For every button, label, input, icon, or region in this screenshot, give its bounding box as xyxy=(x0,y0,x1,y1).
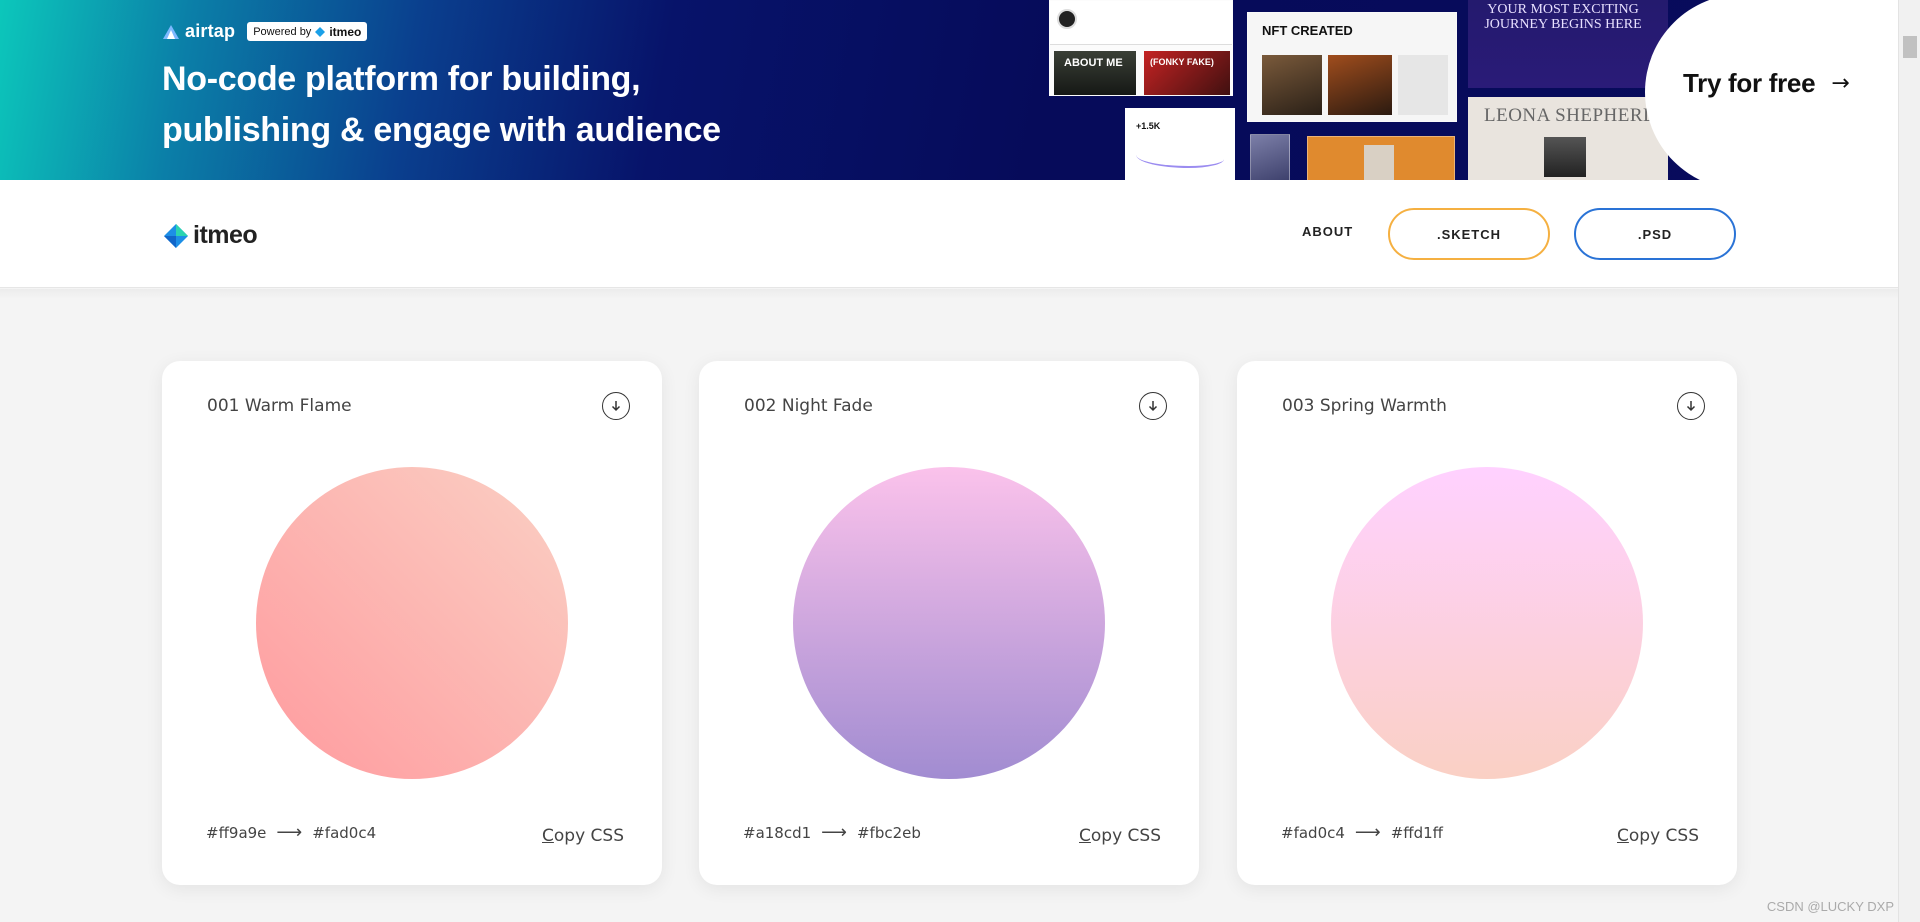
mockup-stat-text: +1.5K xyxy=(1136,121,1161,131)
gradient-name: 001 Warm Flame xyxy=(207,396,352,416)
banner-mockup-journey: YOUR MOST EXCITING JOURNEY BEGINS HERE xyxy=(1468,0,1668,88)
mockup-nft-image-3 xyxy=(1398,55,1448,115)
banner-headline: No-code platform for building, publishin… xyxy=(162,54,862,156)
download-arrow-glyph xyxy=(611,401,621,412)
gradient-to-hex: #fad0c4 xyxy=(312,823,377,842)
copy-css-button[interactable]: Copy CSS xyxy=(1617,826,1699,846)
download-icon[interactable] xyxy=(602,392,630,420)
sketch-download-button[interactable]: .SKETCH xyxy=(1388,208,1550,260)
diamond-logo-icon xyxy=(164,223,188,248)
arrow-right-icon: → xyxy=(1831,71,1850,96)
mockup-avatar xyxy=(1057,9,1077,29)
gradient-name: 003 Spring Warmth xyxy=(1282,396,1447,416)
scrollbar-thumb[interactable] xyxy=(1903,36,1917,58)
banner-mockup-thumb xyxy=(1250,134,1290,180)
download-arrow-glyph xyxy=(1686,401,1696,412)
itmeo-mini-logo-icon xyxy=(315,26,326,37)
arrow-right-icon: ⟶ xyxy=(1354,822,1381,843)
airtap-logo: airtap xyxy=(162,21,235,42)
watermark-text: CSDN @LUCKY DXP xyxy=(1766,899,1894,914)
gradient-card: 002 Night Fade #a18cd1 ⟶ #fbc2eb Copy CS… xyxy=(699,361,1199,885)
airtap-logo-icon xyxy=(163,24,179,39)
mockup-journey-text: YOUR MOST EXCITING JOURNEY BEGINS HERE xyxy=(1484,2,1642,32)
try-for-free-label: Try for free xyxy=(1683,68,1816,98)
banner-mockup-leona: LEONA SHEPHERD xyxy=(1468,97,1668,180)
mockup-nft-image-1 xyxy=(1262,55,1322,115)
mockup-orange-photo xyxy=(1364,145,1394,180)
download-icon[interactable] xyxy=(1139,392,1167,420)
gradient-card: 003 Spring Warmth #fad0c4 ⟶ #ffd1ff Copy… xyxy=(1237,361,1737,885)
promo-banner[interactable]: airtap Powered by itmeo No-code platform… xyxy=(0,0,1898,180)
mockup-nft-title: NFT CREATED xyxy=(1262,23,1353,38)
download-arrow-glyph xyxy=(1148,401,1158,412)
copy-css-button[interactable]: Copy CSS xyxy=(542,826,624,846)
mockup-leona-photo xyxy=(1544,137,1586,177)
gradient-to-hex: #fbc2eb xyxy=(856,823,921,842)
powered-by-badge: Powered by itmeo xyxy=(247,22,368,41)
navbar-divider xyxy=(0,289,1898,299)
banner-brand-row: airtap Powered by itmeo xyxy=(162,21,368,42)
powered-by-text: Powered by xyxy=(253,25,312,38)
banner-mockup-stats: +1.5K xyxy=(1125,108,1235,180)
download-icon[interactable] xyxy=(1677,392,1705,420)
mockup-header-bar xyxy=(1050,1,1232,45)
banner-headline-line-1: No-code platform for building, xyxy=(162,60,641,98)
gradient-card: 001 Warm Flame #ff9a9e ⟶ #fad0c4 Copy CS… xyxy=(162,361,662,885)
airtap-brand-text: airtap xyxy=(185,21,236,41)
mockup-stat-line xyxy=(1136,146,1224,168)
nav-about-link[interactable]: ABOUT xyxy=(1302,224,1353,239)
banner-mockup-profile: ABOUT ME (FONKY FAKE) xyxy=(1049,0,1233,96)
arrow-right-icon: ⟶ xyxy=(821,822,847,843)
gradient-preview-circle xyxy=(793,467,1105,779)
mockup-fake-text: (FONKY FAKE) xyxy=(1150,57,1214,67)
gradient-preview-circle xyxy=(1331,467,1643,779)
top-navbar: itmeo ABOUT .SKETCH .PSD xyxy=(0,180,1898,288)
gradient-from-hex: #fad0c4 xyxy=(1281,823,1345,842)
gradient-name: 002 Night Fade xyxy=(744,396,873,416)
arrow-right-icon: ⟶ xyxy=(276,822,303,843)
try-for-free-button[interactable]: Try for free → xyxy=(1683,68,1850,99)
banner-headline-line-2: publishing & engage with audience xyxy=(162,111,721,149)
mockup-leona-text: LEONA SHEPHERD xyxy=(1484,105,1658,126)
mockup-nft-image-2 xyxy=(1328,55,1392,115)
vertical-scrollbar[interactable] xyxy=(1898,0,1920,922)
gradient-preview-circle xyxy=(256,467,568,779)
itmeo-logo[interactable]: itmeo xyxy=(163,221,258,250)
gradient-hex-row: #ff9a9e ⟶ #fad0c4 xyxy=(206,822,376,843)
psd-download-button[interactable]: .PSD xyxy=(1574,208,1736,260)
powered-brand-text: itmeo xyxy=(329,24,362,39)
gradient-from-hex: #ff9a9e xyxy=(206,823,267,842)
gradient-from-hex: #a18cd1 xyxy=(743,823,812,842)
banner-mockup-nft: NFT CREATED xyxy=(1247,12,1457,122)
mockup-about-text: ABOUT ME xyxy=(1064,57,1123,69)
logo-text: itmeo xyxy=(193,221,258,249)
gradient-hex-row: #fad0c4 ⟶ #ffd1ff xyxy=(1281,822,1443,843)
gradient-to-hex: #ffd1ff xyxy=(1390,823,1444,842)
banner-mockup-orange xyxy=(1307,136,1455,180)
gradient-hex-row: #a18cd1 ⟶ #fbc2eb xyxy=(743,822,921,843)
copy-css-button[interactable]: Copy CSS xyxy=(1079,826,1161,846)
